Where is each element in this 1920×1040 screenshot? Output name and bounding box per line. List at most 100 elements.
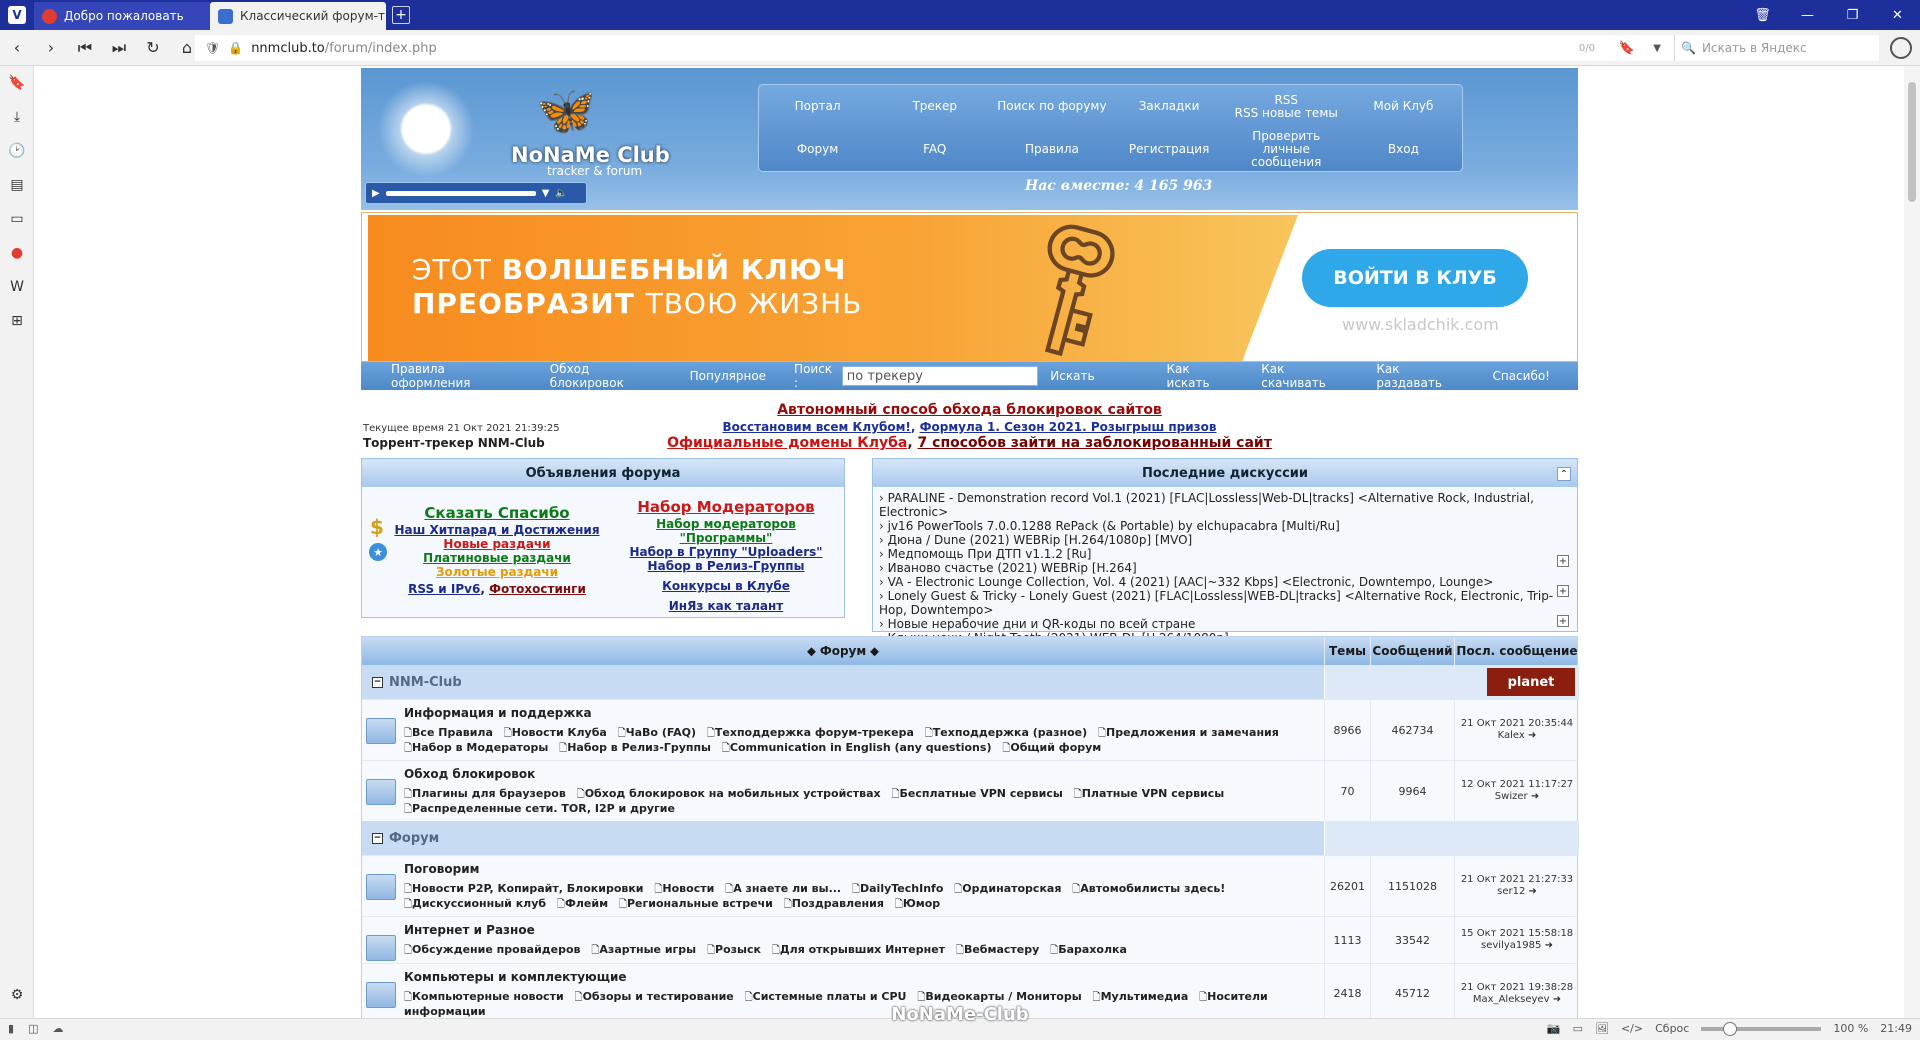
subforum-link[interactable]: Системные платы и CPU bbox=[745, 990, 907, 1003]
fast-forward-icon[interactable]: ⏭ bbox=[102, 30, 136, 66]
discussion-item[interactable]: VA - Electronic Lounge Collection, Vol. … bbox=[879, 575, 1571, 589]
collapse-icon[interactable]: − bbox=[372, 676, 383, 688]
window-panel-icon[interactable]: ▭ bbox=[0, 202, 34, 236]
subforum-link[interactable]: Распределенные сети. TOR, I2P и другие bbox=[404, 802, 675, 815]
last-post-user[interactable]: Kalex bbox=[1498, 730, 1525, 741]
discussion-item[interactable]: jv16 PowerTools 7.0.0.1288 RePack (& Por… bbox=[879, 519, 1571, 533]
category-row[interactable]: − Форум bbox=[362, 821, 1579, 855]
close-icon[interactable]: ✕ bbox=[1875, 0, 1920, 30]
nav-how-download[interactable]: Как скачивать bbox=[1261, 362, 1348, 390]
software-mods-link[interactable]: Набор модераторов "Программы" bbox=[612, 517, 840, 545]
menu-rss[interactable]: RSS RSS новые темы bbox=[1228, 85, 1345, 128]
f1-link[interactable]: Формула 1. Сезон 2021. Розыгрыш призов bbox=[920, 420, 1217, 434]
ways-link[interactable]: 7 способов зайти на заблокированный сайт bbox=[918, 435, 1272, 451]
tab-forum[interactable]: Классический форум-трек bbox=[210, 2, 386, 30]
new-releases-link[interactable]: Новые раздачи bbox=[392, 537, 602, 551]
domains-link[interactable]: Официальные домены Клуба bbox=[667, 435, 907, 451]
subforum-link[interactable]: Флейм bbox=[557, 897, 608, 910]
zoom-slider[interactable] bbox=[1701, 1021, 1822, 1036]
notes-icon[interactable]: ▤ bbox=[0, 168, 34, 202]
expand-icon[interactable]: + bbox=[1557, 585, 1569, 597]
subforum-link[interactable]: Региональные встречи bbox=[619, 897, 773, 910]
subforum-link[interactable]: Набор в Релиз-Группы bbox=[559, 741, 711, 754]
url-field[interactable]: 🛡 🔒 nnmclub.to/forum/index.php 0/0 🔖 ▼ bbox=[195, 35, 1675, 61]
restore-icon[interactable]: ❐ bbox=[1830, 0, 1875, 30]
menu-forum-search[interactable]: Поиск по форуму bbox=[993, 85, 1110, 128]
subforum-link[interactable]: Набор в Модераторы bbox=[404, 741, 548, 754]
subforum-link[interactable]: Видеокарты / Мониторы bbox=[917, 990, 1081, 1003]
subforum-link[interactable]: Барахолка bbox=[1050, 943, 1127, 956]
ad-banner[interactable]: ЭТОТ ВОЛШЕБНЫЙ КЛЮЧ ПРЕОБРАЗИТ ТВОЮ ЖИЗН… bbox=[361, 212, 1578, 362]
subforum-link[interactable]: Обход блокировок на мобильных устройства… bbox=[577, 787, 881, 800]
subforum-link[interactable]: Новости P2P, Копирайт, Блокировки bbox=[404, 882, 644, 895]
subforum-link[interactable]: Общий форум bbox=[1002, 741, 1101, 754]
last-post-user[interactable]: sevilya1985 bbox=[1481, 940, 1541, 951]
subforum-link[interactable]: Платные VPN сервисы bbox=[1074, 787, 1225, 800]
menu-rules[interactable]: Правила bbox=[993, 128, 1110, 171]
rss-link[interactable]: RSS и IPv6 bbox=[408, 582, 480, 596]
vivaldi-menu-icon[interactable]: V bbox=[0, 0, 34, 30]
subforum-link[interactable]: Communication in English (any questions) bbox=[722, 741, 992, 754]
subforum-link[interactable]: DailyTechInfo bbox=[852, 882, 943, 895]
subforum-link[interactable]: Розыск bbox=[707, 943, 761, 956]
subforum-link[interactable]: Новости Клуба bbox=[504, 726, 607, 739]
subforum-link[interactable]: Юмор bbox=[895, 897, 940, 910]
subforum-link[interactable]: Для открывших Интернет bbox=[772, 943, 945, 956]
nav-rules-format[interactable]: Правила оформления bbox=[391, 362, 522, 390]
inyaz-link[interactable]: ИнЯз как талант bbox=[612, 599, 840, 613]
forum-title[interactable]: Компьютеры и комплектующие bbox=[404, 970, 1324, 984]
goto-post-icon[interactable]: ➜ bbox=[1528, 730, 1536, 741]
vivaldi-icon[interactable]: ● bbox=[0, 236, 34, 270]
restore-link[interactable]: Восстановим всем Клубом! bbox=[723, 420, 911, 434]
subforum-link[interactable]: Обсуждение провайдеров bbox=[404, 943, 581, 956]
subforum-link[interactable]: ЧаВо (FAQ) bbox=[618, 726, 696, 739]
tracker-title[interactable]: Торрент-трекер NNM-Club bbox=[363, 436, 545, 450]
bookmark-icon[interactable]: 🔖 bbox=[1619, 41, 1635, 56]
hitparade-link[interactable]: Наш Хитпарад и Достижения bbox=[392, 523, 602, 537]
bypass-announcement[interactable]: Автономный способ обхода блокировок сайт… bbox=[361, 402, 1578, 418]
menu-forum[interactable]: Форум bbox=[759, 128, 876, 171]
menu-messages[interactable]: Проверить личные сообщения bbox=[1228, 128, 1345, 171]
nav-thanks[interactable]: Спасибо! bbox=[1492, 369, 1550, 383]
menu-tracker[interactable]: Трекер bbox=[876, 85, 993, 128]
say-thanks-link[interactable]: Сказать Спасибо bbox=[392, 503, 602, 523]
subforum-link[interactable]: Техподдержка форум-трекера bbox=[707, 726, 914, 739]
tab-welcome[interactable]: Добро пожаловать bbox=[34, 2, 210, 30]
subforum-link[interactable]: Плагины для браузеров bbox=[404, 787, 566, 800]
uploaders-link[interactable]: Набор в Группу "Uploaders" bbox=[612, 545, 840, 559]
last-post-user[interactable]: Swizer bbox=[1495, 791, 1528, 802]
minimize-icon[interactable]: — bbox=[1785, 0, 1830, 30]
subforum-link[interactable]: Вебмастеру bbox=[956, 943, 1039, 956]
forum-title[interactable]: Информация и поддержка bbox=[404, 706, 1324, 720]
goto-post-icon[interactable]: ➜ bbox=[1545, 940, 1553, 951]
subforum-link[interactable]: Бесплатные VPN сервисы bbox=[892, 787, 1063, 800]
add-panel-icon[interactable]: ⊞ bbox=[0, 304, 34, 338]
subforum-link[interactable]: Автомобилисты здесь! bbox=[1072, 882, 1225, 895]
chevron-down-icon[interactable]: ▼ bbox=[542, 188, 550, 199]
contests-link[interactable]: Конкурсы в Клубе bbox=[612, 579, 840, 593]
nav-popular[interactable]: Популярное bbox=[690, 369, 766, 383]
trash-icon[interactable]: 🗑 bbox=[1740, 0, 1785, 30]
category-row[interactable]: − NNM-Club planet bbox=[362, 665, 1579, 699]
search-input[interactable]: 🔍 Искать в Яндекс bbox=[1674, 35, 1879, 61]
discussion-item[interactable]: Новые нерабочие дни и QR-коды по всей ст… bbox=[879, 617, 1571, 631]
player-progress[interactable] bbox=[385, 190, 536, 196]
menu-my-club[interactable]: Мой Клуб bbox=[1345, 85, 1462, 128]
subforum-link[interactable]: А знаете ли вы... bbox=[725, 882, 841, 895]
nav-how-search[interactable]: Как искать bbox=[1167, 362, 1234, 390]
back-icon[interactable]: ‹ bbox=[0, 30, 34, 66]
moderators-recruit-link[interactable]: Набор Модераторов bbox=[612, 497, 840, 517]
menu-faq[interactable]: FAQ bbox=[876, 128, 993, 171]
volume-icon[interactable]: 🔈 bbox=[555, 188, 567, 199]
category-name[interactable]: − NNM-Club bbox=[362, 665, 1324, 699]
menu-portal[interactable]: Портал bbox=[759, 85, 876, 128]
reload-icon[interactable]: ↻ bbox=[136, 30, 170, 66]
enter-club-button[interactable]: ВОЙТИ В КЛУБ bbox=[1302, 249, 1528, 307]
collapse-icon[interactable]: ⌃ bbox=[1557, 467, 1571, 481]
new-tab-button[interactable]: + bbox=[392, 6, 410, 24]
play-icon[interactable]: ▶ bbox=[372, 188, 380, 199]
subforum-link[interactable]: Техподдержка (разное) bbox=[925, 726, 1087, 739]
rewind-icon[interactable]: ⏮ bbox=[68, 30, 102, 66]
radio-player[interactable]: ▶ ▼ 🔈 bbox=[365, 182, 587, 204]
subforum-link[interactable]: Компьютерные новости bbox=[404, 990, 564, 1003]
